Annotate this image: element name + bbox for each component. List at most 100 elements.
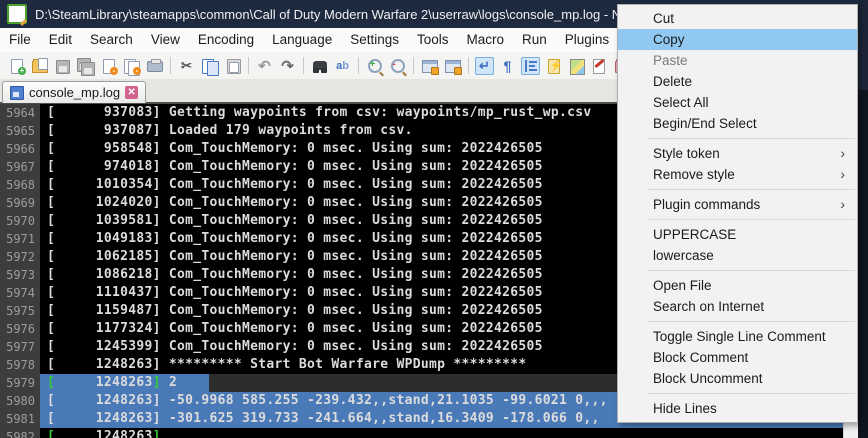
line-number: 5975 [0, 302, 40, 320]
menu-settings[interactable]: Settings [341, 28, 408, 52]
tab-console-mp-log[interactable]: console_mp.log ✕ [2, 81, 146, 103]
line-number: 5964 [0, 104, 40, 122]
matched-bracket: ] [153, 375, 161, 390]
menu-file[interactable]: File [0, 28, 40, 52]
replace-icon[interactable]: ab [333, 57, 352, 75]
show-all-characters-icon[interactable]: ¶ [498, 57, 517, 75]
context-menu-item-search-on-internet[interactable]: Search on Internet [618, 296, 857, 317]
tab-label: console_mp.log [29, 85, 120, 100]
word-wrap-icon[interactable]: ↵ [475, 57, 494, 75]
toolbar-separator [248, 57, 249, 74]
toolbar-separator [303, 57, 304, 74]
line-number: 5978 [0, 356, 40, 374]
menu-language[interactable]: Language [263, 28, 341, 52]
menu-edit[interactable]: Edit [40, 28, 81, 52]
zoom-out-icon[interactable]: - [388, 57, 407, 75]
menu-separator [648, 189, 855, 190]
close-icon[interactable]: - [99, 57, 118, 75]
context-menu-item-open-file[interactable]: Open File [618, 275, 857, 296]
toolbar-separator [358, 57, 359, 74]
line-number: 5965 [0, 122, 40, 140]
menu-tools[interactable]: Tools [408, 28, 458, 52]
line-number: 5971 [0, 230, 40, 248]
menu-separator [648, 138, 855, 139]
line-number: 5976 [0, 320, 40, 338]
menu-separator [648, 219, 855, 220]
document-switcher-icon[interactable] [590, 57, 609, 75]
open-file-icon[interactable] [30, 57, 49, 75]
sync-vertical-icon[interactable] [420, 57, 439, 75]
context-menu-item-paste: Paste [618, 50, 857, 71]
submenu-arrow-icon: › [840, 164, 845, 185]
menu-separator [648, 270, 855, 271]
line-number: 5968 [0, 176, 40, 194]
menu-view[interactable]: View [142, 28, 189, 52]
line-number: 5979 [0, 374, 40, 392]
submenu-arrow-icon: › [840, 143, 845, 164]
toolbar-separator [468, 57, 469, 74]
line-number: 5966 [0, 140, 40, 158]
line-number: 5973 [0, 266, 40, 284]
find-icon[interactable] [310, 57, 329, 75]
save-all-icon[interactable] [76, 57, 95, 75]
context-menu-item-remove-style[interactable]: Remove style› [618, 164, 857, 185]
indent-guide-icon[interactable] [521, 57, 540, 75]
matched-bracket: [ [47, 375, 55, 390]
editor-line-5982: 5982[ 1248263] [0, 428, 858, 438]
function-list-icon[interactable]: ⚡ [544, 57, 563, 75]
line-text[interactable]: [ 1248263] [40, 428, 858, 438]
line-number: 5981 [0, 410, 40, 428]
right-edge-strip [858, 0, 868, 438]
copy-icon[interactable] [200, 57, 219, 75]
matched-bracket: [ [47, 429, 55, 438]
submenu-arrow-icon: › [840, 194, 845, 215]
line-number: 5970 [0, 212, 40, 230]
cut-icon[interactable]: ✂ [177, 57, 196, 75]
context-menu-item-style-token[interactable]: Style token› [618, 143, 857, 164]
document-map-icon[interactable] [567, 57, 586, 75]
selected-text: [ 1248263] 2 [40, 374, 209, 392]
context-menu-item-plugin-commands[interactable]: Plugin commands› [618, 194, 857, 215]
menu-plugins[interactable]: Plugins [556, 28, 618, 52]
context-menu-item-copy[interactable]: Copy [618, 29, 857, 50]
line-number: 5972 [0, 248, 40, 266]
context-menu-item-block-uncomment[interactable]: Block Uncomment [618, 368, 857, 389]
menu-run[interactable]: Run [513, 28, 556, 52]
saved-file-icon [10, 86, 24, 100]
context-menu-item-hide-lines[interactable]: Hide Lines [618, 398, 857, 419]
toolbar-separator [413, 57, 414, 74]
save-icon[interactable] [53, 57, 72, 75]
context-menu-item-block-comment[interactable]: Block Comment [618, 347, 857, 368]
line-number: 5980 [0, 392, 40, 410]
context-menu-item-cut[interactable]: Cut [618, 8, 857, 29]
context-menu-item-uppercase[interactable]: UPPERCASE [618, 224, 857, 245]
line-number: 5974 [0, 284, 40, 302]
menu-macro[interactable]: Macro [458, 28, 514, 52]
line-number: 5969 [0, 194, 40, 212]
print-icon[interactable] [145, 57, 164, 75]
line-number: 5977 [0, 338, 40, 356]
tab-close-icon[interactable]: ✕ [125, 86, 138, 99]
context-menu-item-select-all[interactable]: Select All [618, 92, 857, 113]
sync-horizontal-icon[interactable] [443, 57, 462, 75]
context-menu-item-delete[interactable]: Delete [618, 71, 857, 92]
context-menu: CutCopyPasteDeleteSelect AllBegin/End Se… [617, 4, 858, 423]
notepadpp-icon [7, 4, 27, 24]
undo-icon[interactable]: ↶ [255, 57, 274, 75]
menu-separator [648, 321, 855, 322]
close-all-icon[interactable]: - [122, 57, 141, 75]
matched-bracket: ] [153, 429, 161, 438]
toolbar-separator [170, 57, 171, 74]
paste-icon[interactable] [223, 57, 242, 75]
menu-separator [648, 393, 855, 394]
context-menu-item-begin-end-select[interactable]: Begin/End Select [618, 113, 857, 134]
line-number: 5982 [0, 428, 40, 438]
redo-icon[interactable]: ↷ [278, 57, 297, 75]
line-number: 5967 [0, 158, 40, 176]
menu-encoding[interactable]: Encoding [189, 28, 263, 52]
zoom-in-icon[interactable]: + [365, 57, 384, 75]
new-file-icon[interactable]: + [7, 57, 26, 75]
menu-search[interactable]: Search [81, 28, 142, 52]
context-menu-item-toggle-single-line-comment[interactable]: Toggle Single Line Comment [618, 326, 857, 347]
context-menu-item-lowercase[interactable]: lowercase [618, 245, 857, 266]
